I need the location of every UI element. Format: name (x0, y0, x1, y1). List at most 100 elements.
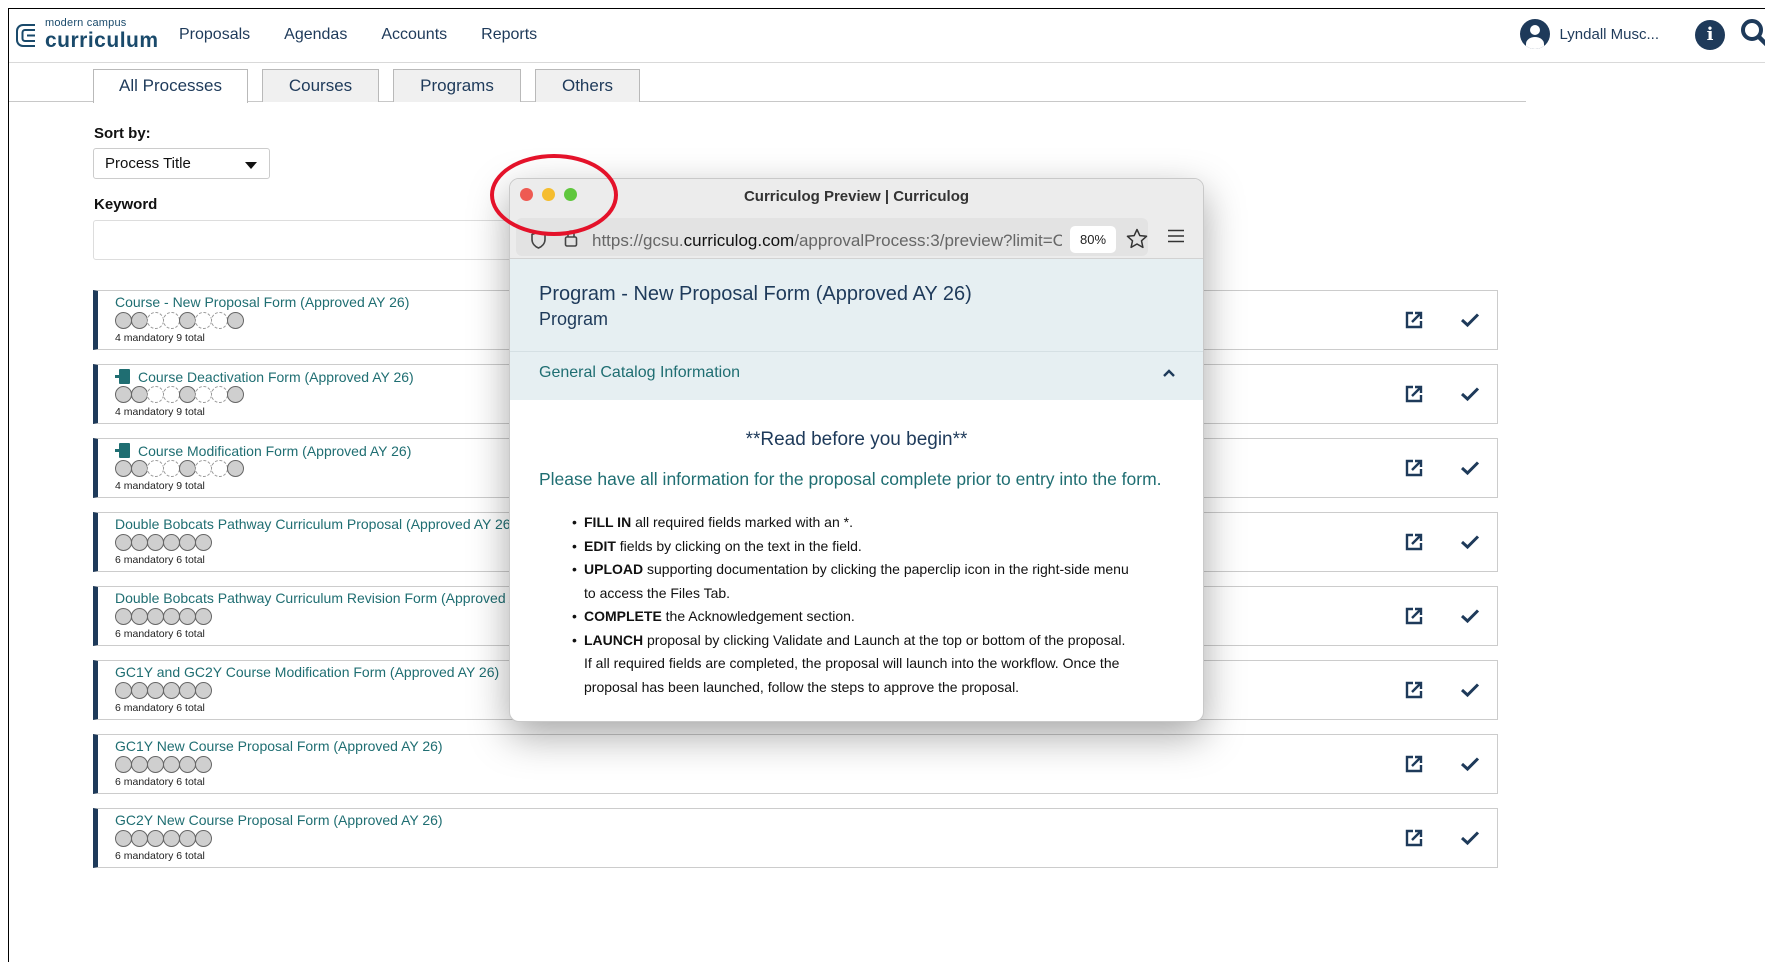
process-title-text: Course Modification Form (Approved AY 26… (138, 442, 412, 459)
check-icon[interactable] (1460, 534, 1480, 550)
intro-text: Please have all information for the prop… (539, 469, 1162, 489)
document-icon (115, 368, 132, 385)
process-tabs: All Processes Courses Programs Others (9, 69, 1526, 103)
process-summary: 6 mandatory 6 total (115, 554, 205, 566)
mandatory-step-circle (131, 830, 148, 847)
workflow-steps (115, 312, 244, 329)
process-row[interactable]: GC2Y New Course Proposal Form (Approved … (93, 808, 1498, 868)
logo-title: curriculum (45, 29, 159, 52)
mandatory-step-circle (163, 756, 180, 773)
external-link-icon[interactable] (1404, 754, 1424, 774)
check-icon[interactable] (1460, 386, 1480, 402)
check-icon[interactable] (1460, 682, 1480, 698)
mandatory-step-circle (147, 830, 164, 847)
mandatory-step-circle (195, 608, 212, 625)
mandatory-step-circle (195, 756, 212, 773)
mandatory-step-circle (131, 608, 148, 625)
tab-courses[interactable]: Courses (262, 69, 379, 102)
search-icon[interactable] (1739, 17, 1765, 49)
nav-proposals[interactable]: Proposals (179, 26, 250, 44)
tab-all-processes[interactable]: All Processes (93, 69, 248, 103)
nav-reports[interactable]: Reports (481, 26, 537, 44)
mandatory-step-circle (195, 534, 212, 551)
check-icon[interactable] (1460, 608, 1480, 624)
user-menu[interactable]: Lyndall Musc... (1519, 19, 1659, 49)
process-title[interactable]: GC2Y New Course Proposal Form (Approved … (115, 812, 443, 828)
tab-programs[interactable]: Programs (393, 69, 521, 102)
section-title[interactable]: General Catalog Information (539, 364, 740, 382)
info-icon[interactable]: i (1695, 20, 1725, 50)
nav-accounts[interactable]: Accounts (381, 26, 447, 44)
check-icon[interactable] (1460, 312, 1480, 328)
instruction-keyword: FILL IN (584, 514, 632, 530)
external-link-icon[interactable] (1404, 384, 1424, 404)
mandatory-step-circle (163, 830, 180, 847)
mandatory-step-circle (147, 756, 164, 773)
instruction-item: LAUNCH proposal by clicking Validate and… (572, 629, 1132, 700)
optional-step-circle (195, 312, 212, 329)
mandatory-step-circle (179, 386, 196, 403)
mandatory-step-circle (115, 460, 132, 477)
optional-step-circle (195, 460, 212, 477)
url-path: /approvalProcess:3/preview?limit=C (794, 231, 1062, 250)
tab-others[interactable]: Others (535, 69, 640, 102)
top-navigation-bar: modern campus curriculum Proposals Agend… (9, 9, 1765, 63)
process-title-text: GC2Y New Course Proposal Form (Approved … (115, 812, 443, 828)
mandatory-step-circle (179, 534, 196, 551)
document-icon (115, 442, 132, 459)
mandatory-step-circle (163, 608, 180, 625)
process-summary: 6 mandatory 6 total (115, 850, 205, 862)
mandatory-step-circle (227, 312, 244, 329)
external-link-icon[interactable] (1404, 310, 1424, 330)
hamburger-menu-icon[interactable] (1167, 229, 1185, 243)
instructions-list: FILL IN all required fields marked with … (572, 511, 1132, 699)
check-icon[interactable] (1460, 830, 1480, 846)
process-title[interactable]: Course Modification Form (Approved AY 26… (115, 442, 411, 459)
external-link-icon[interactable] (1404, 606, 1424, 626)
workflow-steps (115, 460, 244, 477)
mandatory-step-circle (227, 460, 244, 477)
keyword-input[interactable] (93, 220, 533, 260)
url-text: https://gcsu.curriculog.com/approvalProc… (592, 231, 1062, 251)
process-summary: 6 mandatory 6 total (115, 776, 205, 788)
external-link-icon[interactable] (1404, 532, 1424, 552)
process-title[interactable]: Course Deactivation Form (Approved AY 26… (115, 368, 414, 385)
browser-toolbar: https://gcsu.curriculog.com/approvalProc… (510, 215, 1203, 259)
process-title[interactable]: Double Bobcats Pathway Curriculum Revisi… (115, 590, 546, 606)
workflow-steps (115, 386, 244, 403)
instruction-keyword: EDIT (584, 537, 616, 554)
zoom-level-button[interactable]: 80% (1070, 226, 1116, 253)
external-link-icon[interactable] (1404, 828, 1424, 848)
logo[interactable]: modern campus curriculum (15, 18, 159, 51)
mandatory-step-circle (179, 682, 196, 699)
mandatory-step-circle (131, 460, 148, 477)
check-icon[interactable] (1460, 460, 1480, 476)
star-icon[interactable] (1125, 227, 1149, 251)
mandatory-step-circle (115, 386, 132, 403)
process-title[interactable]: GC1Y New Course Proposal Form (Approved … (115, 738, 443, 754)
optional-step-circle (211, 460, 228, 477)
instruction-keyword: UPLOAD (584, 561, 644, 577)
chevron-up-icon[interactable] (1162, 368, 1176, 378)
check-icon[interactable] (1460, 756, 1480, 772)
mandatory-step-circle (131, 312, 148, 329)
mandatory-step-circle (131, 386, 148, 403)
external-link-icon[interactable] (1404, 680, 1424, 700)
process-title[interactable]: Double Bobcats Pathway Curriculum Propos… (115, 516, 515, 532)
address-bar[interactable]: https://gcsu.curriculog.com/approvalProc… (516, 218, 1148, 256)
process-title[interactable]: Course - New Proposal Form (Approved AY … (115, 294, 409, 310)
optional-step-circle (147, 312, 164, 329)
sort-select[interactable]: Process Title (93, 148, 270, 179)
app-frame: modern campus curriculum Proposals Agend… (8, 8, 1765, 962)
read-before-heading: **Read before you begin** (745, 429, 968, 450)
external-link-icon[interactable] (1404, 458, 1424, 478)
optional-step-circle (163, 460, 180, 477)
process-title[interactable]: GC1Y and GC2Y Course Modification Form (… (115, 664, 499, 680)
nav-agendas[interactable]: Agendas (284, 26, 347, 44)
process-row[interactable]: GC1Y New Course Proposal Form (Approved … (93, 734, 1498, 794)
mandatory-step-circle (131, 534, 148, 551)
mandatory-step-circle (195, 682, 212, 699)
process-title-text: GC1Y New Course Proposal Form (Approved … (115, 738, 443, 754)
process-title-text: Double Bobcats Pathway Curriculum Propos… (115, 516, 516, 532)
mandatory-step-circle (115, 756, 132, 773)
